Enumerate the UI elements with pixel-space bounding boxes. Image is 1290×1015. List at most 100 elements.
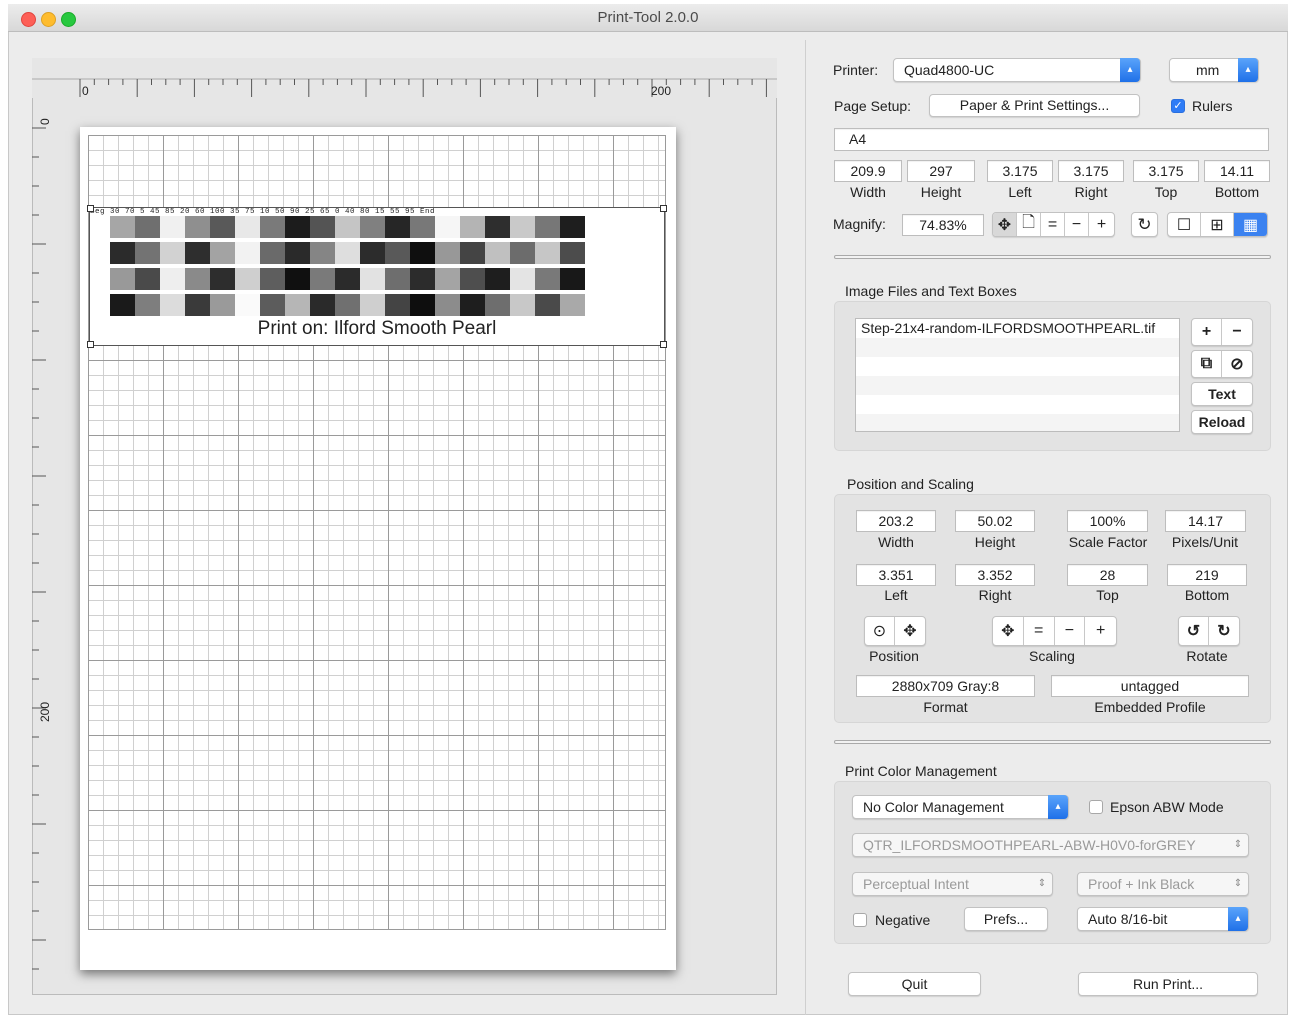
equal-scale-icon[interactable]: = (1024, 617, 1055, 645)
move-icon[interactable]: ✥ (895, 617, 925, 645)
zoom-in-icon[interactable]: + (1089, 213, 1114, 236)
rotate-ccw-icon[interactable]: ↺ (1179, 617, 1210, 645)
page-icon[interactable]: 🗋 (1017, 213, 1041, 236)
refresh-icon[interactable]: ↻ (1131, 212, 1158, 237)
coarse-grid-icon[interactable]: ⊞ (1201, 213, 1234, 236)
gray-patch (185, 216, 210, 238)
units-popup[interactable]: mm ▴ (1169, 58, 1259, 82)
duplicate-icon[interactable]: ⧉ (1192, 351, 1223, 377)
gray-patch (335, 268, 360, 290)
patch-row (110, 216, 585, 238)
position-label: Position (869, 648, 919, 664)
pane-divider[interactable] (805, 40, 806, 1015)
rulers-checkbox[interactable]: ✓ (1171, 99, 1185, 113)
list-item[interactable] (856, 414, 1179, 431)
updown-arrows-icon: ⇕ (1233, 878, 1243, 889)
image-width-field[interactable]: 203.2 (856, 510, 936, 532)
gray-patch (160, 242, 185, 264)
gray-patch (110, 242, 135, 264)
fine-grid-icon[interactable]: ▦ (1234, 213, 1267, 236)
paper-print-settings-button[interactable]: Paper & Print Settings... (929, 94, 1140, 117)
color-mode-value: No Color Management (863, 799, 1004, 815)
updown-arrows-icon: ⇕ (1233, 839, 1243, 850)
pixels-per-unit-field[interactable]: 14.17 (1165, 510, 1246, 532)
negative-checkbox[interactable] (853, 913, 867, 927)
epson-abw-checkbox[interactable] (1089, 800, 1103, 814)
profile-popup[interactable]: QTR_ILFORDSMOOTHPEARL-ABW-H0V0-forGREY ⇕ (852, 833, 1249, 857)
paper-bottom-field[interactable]: 14.11 (1204, 160, 1270, 182)
paper-width-field[interactable]: 209.9 (834, 160, 902, 182)
gray-patch (435, 216, 460, 238)
duplicate-clear-controls: ⧉ ⊘ (1191, 350, 1253, 378)
resize-handle-br[interactable] (660, 341, 667, 348)
quit-button[interactable]: Quit (848, 972, 981, 996)
fit-move-icon[interactable]: ✥ (993, 617, 1024, 645)
gray-patch (260, 216, 285, 238)
gray-patch (560, 242, 585, 264)
printer-label: Printer: (833, 62, 879, 78)
no-entry-icon[interactable]: ⊘ (1222, 351, 1252, 377)
printer-popup[interactable]: Quad4800-UC ▴ (893, 58, 1141, 82)
resize-handle-bl[interactable] (87, 341, 94, 348)
paper-height-field[interactable]: 297 (907, 160, 975, 182)
gray-patch (310, 294, 335, 316)
gray-patch (460, 242, 485, 264)
gray-patch (260, 294, 285, 316)
paper-right-label: Right (1074, 184, 1108, 200)
image-bottom-field[interactable]: 219 (1167, 564, 1247, 586)
list-item[interactable]: Step-21x4-random-ILFORDSMOOTHPEARL.tif (856, 319, 1179, 338)
paper-name-field[interactable]: A4 (834, 128, 1269, 151)
proof-popup[interactable]: Proof + Ink Black ⇕ (1077, 872, 1249, 896)
gray-patch (135, 268, 160, 290)
zoom-out-icon[interactable]: − (1065, 213, 1089, 236)
paper-top-label: Top (1154, 184, 1178, 200)
color-management-popup[interactable]: No Color Management ▴ (852, 795, 1069, 819)
scale-down-icon[interactable]: − (1055, 617, 1086, 645)
magnify-field[interactable]: 74.83% (902, 214, 984, 236)
gray-patch (185, 294, 210, 316)
rotate-cw-icon[interactable]: ↻ (1209, 617, 1239, 645)
negative-label: Negative (875, 912, 931, 928)
gray-patch (210, 242, 235, 264)
image-height-field[interactable]: 50.02 (955, 510, 1035, 532)
reload-button[interactable]: Reload (1191, 410, 1253, 434)
paper-right-field[interactable]: 3.175 (1058, 160, 1124, 182)
text-button[interactable]: Text (1191, 382, 1253, 406)
bit-depth-popup[interactable]: Auto 8/16-bit ▴ (1077, 907, 1249, 931)
prefs-button[interactable]: Prefs... (964, 907, 1048, 931)
fit-move-icon[interactable]: ✥ (993, 213, 1017, 236)
no-grid-icon[interactable]: ☐ (1168, 213, 1201, 236)
gray-patch (285, 216, 310, 238)
gray-patch (235, 268, 260, 290)
center-icon[interactable]: ⊙ (865, 617, 896, 645)
list-item[interactable] (856, 376, 1179, 395)
image-left-field[interactable]: 3.351 (856, 564, 936, 586)
gray-patch (535, 294, 560, 316)
page-setup-label: Page Setup: (834, 98, 912, 114)
add-icon[interactable]: + (1192, 319, 1223, 345)
intent-popup[interactable]: Perceptual Intent ⇕ (852, 872, 1053, 896)
list-item[interactable] (856, 338, 1179, 357)
color-section-title: Print Color Management (845, 763, 997, 779)
gray-patch (310, 216, 335, 238)
run-print-button[interactable]: Run Print... (1078, 972, 1258, 996)
image-right-field[interactable]: 3.352 (955, 564, 1035, 586)
paper-left-field[interactable]: 3.175 (987, 160, 1053, 182)
placed-image[interactable]: Beg 30 70 5 45 85 20 60 100 35 75 10 50 … (87, 205, 667, 348)
list-item[interactable] (856, 395, 1179, 414)
equal-zoom-icon[interactable]: = (1041, 213, 1065, 236)
hruler-zero-label: 0 (82, 84, 89, 98)
scaling-label: Scaling (1029, 648, 1075, 664)
paper-top-field[interactable]: 3.175 (1133, 160, 1199, 182)
scale-factor-field[interactable]: 100% (1067, 510, 1148, 532)
resize-handle-tr[interactable] (660, 205, 667, 212)
gray-patch (410, 268, 435, 290)
scale-up-icon[interactable]: + (1085, 617, 1116, 645)
remove-icon[interactable]: − (1222, 319, 1252, 345)
gray-patch (560, 294, 585, 316)
image-top-field[interactable]: 28 (1067, 564, 1148, 586)
gray-patch (435, 268, 460, 290)
files-list[interactable]: Step-21x4-random-ILFORDSMOOTHPEARL.tif (855, 318, 1180, 432)
list-item[interactable] (856, 357, 1179, 376)
resize-handle-tl[interactable] (87, 205, 94, 212)
